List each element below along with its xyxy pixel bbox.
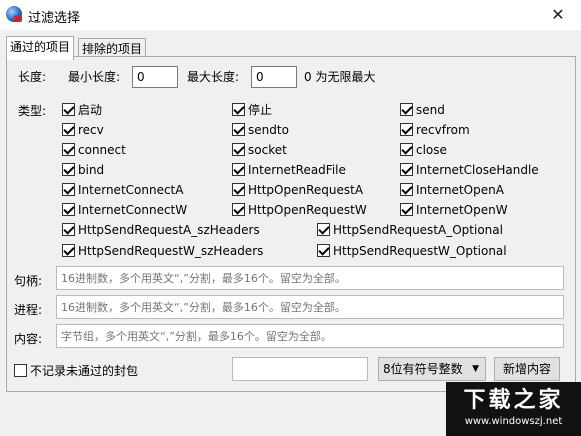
checkbox-sendto[interactable]: sendto [232, 122, 289, 138]
window-title: 过滤选择 [28, 11, 81, 26]
chevron-down-icon: ▼ [472, 364, 479, 374]
max-length-input[interactable]: 0 [251, 66, 297, 88]
checkbox-box[interactable] [62, 163, 75, 176]
process-input[interactable] [56, 295, 564, 319]
checkbox-internetclosehandle[interactable]: InternetCloseHandle [400, 162, 539, 178]
checkbox-socket[interactable]: socket [232, 142, 287, 158]
checkbox-send[interactable]: send [400, 102, 445, 118]
content-input[interactable] [56, 324, 564, 348]
length-label: 长度: [18, 70, 47, 84]
checkbox-httpopenrequestw[interactable]: HttpOpenRequestW [232, 202, 367, 218]
no-record-checkbox[interactable]: 不记录未通过的封包 [14, 363, 138, 379]
content-label: 内容: [14, 332, 43, 346]
tab-passed[interactable]: 通过的项目 [6, 36, 75, 60]
checkbox-box[interactable] [62, 183, 75, 196]
checkbox-box[interactable] [400, 163, 413, 176]
checkbox-httpsendrequestw-optional[interactable]: HttpSendRequestW_Optional [317, 243, 507, 259]
handle-input[interactable] [56, 266, 564, 290]
checkbox-internetopena[interactable]: InternetOpenA [400, 182, 504, 198]
checkbox-box[interactable] [232, 143, 245, 156]
checkbox-box[interactable] [232, 123, 245, 136]
checkbox-httpsendrequesta-optional[interactable]: HttpSendRequestA_Optional [317, 222, 503, 238]
checkbox-box[interactable] [62, 244, 75, 257]
checkbox-box[interactable] [62, 143, 75, 156]
checkbox-httpsendrequestw-szheaders[interactable]: HttpSendRequestW_szHeaders [62, 243, 263, 259]
checkbox-recv[interactable]: recv [62, 122, 104, 138]
checkbox-internetconnectw[interactable]: InternetConnectW [62, 202, 187, 218]
checkbox-box[interactable] [400, 123, 413, 136]
checkbox-box[interactable] [62, 223, 75, 236]
app-icon [6, 6, 22, 22]
checkbox-stop[interactable]: 停止 [232, 102, 272, 118]
checkbox-box[interactable] [62, 203, 75, 216]
checkbox-box[interactable] [400, 203, 413, 216]
checkbox-bind[interactable]: bind [62, 162, 104, 178]
checkbox-box[interactable] [232, 103, 245, 116]
checkbox-box[interactable] [317, 244, 330, 257]
handle-label: 句柄: [14, 274, 43, 288]
checkbox-box[interactable] [232, 183, 245, 196]
max-length-hint: 0 为无限最大 [304, 70, 376, 84]
checkbox-box[interactable] [62, 103, 75, 116]
max-length-label: 最大长度: [187, 70, 240, 84]
checkbox-box[interactable] [62, 123, 75, 136]
close-button[interactable]: ✕ [535, 0, 581, 30]
types-label: 类型: [18, 104, 47, 118]
add-content-button[interactable]: 新增内容 [494, 357, 560, 381]
checkbox-box[interactable] [400, 143, 413, 156]
title-bar: 过滤选择 ✕ [0, 0, 581, 30]
checkbox-internetopenw[interactable]: InternetOpenW [400, 202, 508, 218]
checkbox-internetreadfile[interactable]: InternetReadFile [232, 162, 346, 178]
min-length-input[interactable]: 0 [132, 66, 178, 88]
checkbox-box[interactable] [232, 203, 245, 216]
min-length-label: 最小长度: [68, 70, 121, 84]
checkbox-start[interactable]: 启动 [62, 102, 102, 118]
checkbox-box[interactable] [317, 223, 330, 236]
checkbox-httpopenrequesta[interactable]: HttpOpenRequestA [232, 182, 363, 198]
checkbox-box[interactable] [400, 103, 413, 116]
checkbox-internetconnecta[interactable]: InternetConnectA [62, 182, 183, 198]
checkbox-box[interactable] [232, 163, 245, 176]
checkbox-recvfrom[interactable]: recvfrom [400, 122, 470, 138]
type-select[interactable]: 8位有符号整数 ▼ [378, 357, 486, 381]
watermark-logo: 下载之家 www.windowszj.net [446, 382, 581, 436]
checkbox-connect[interactable]: connect [62, 142, 126, 158]
checkbox-httpsendrequesta-szheaders[interactable]: HttpSendRequestA_szHeaders [62, 222, 260, 238]
checkbox-box[interactable] [14, 364, 27, 377]
checkbox-box[interactable] [400, 183, 413, 196]
value-input[interactable] [232, 357, 368, 381]
process-label: 进程: [14, 303, 43, 317]
checkbox-close[interactable]: close [400, 142, 447, 158]
